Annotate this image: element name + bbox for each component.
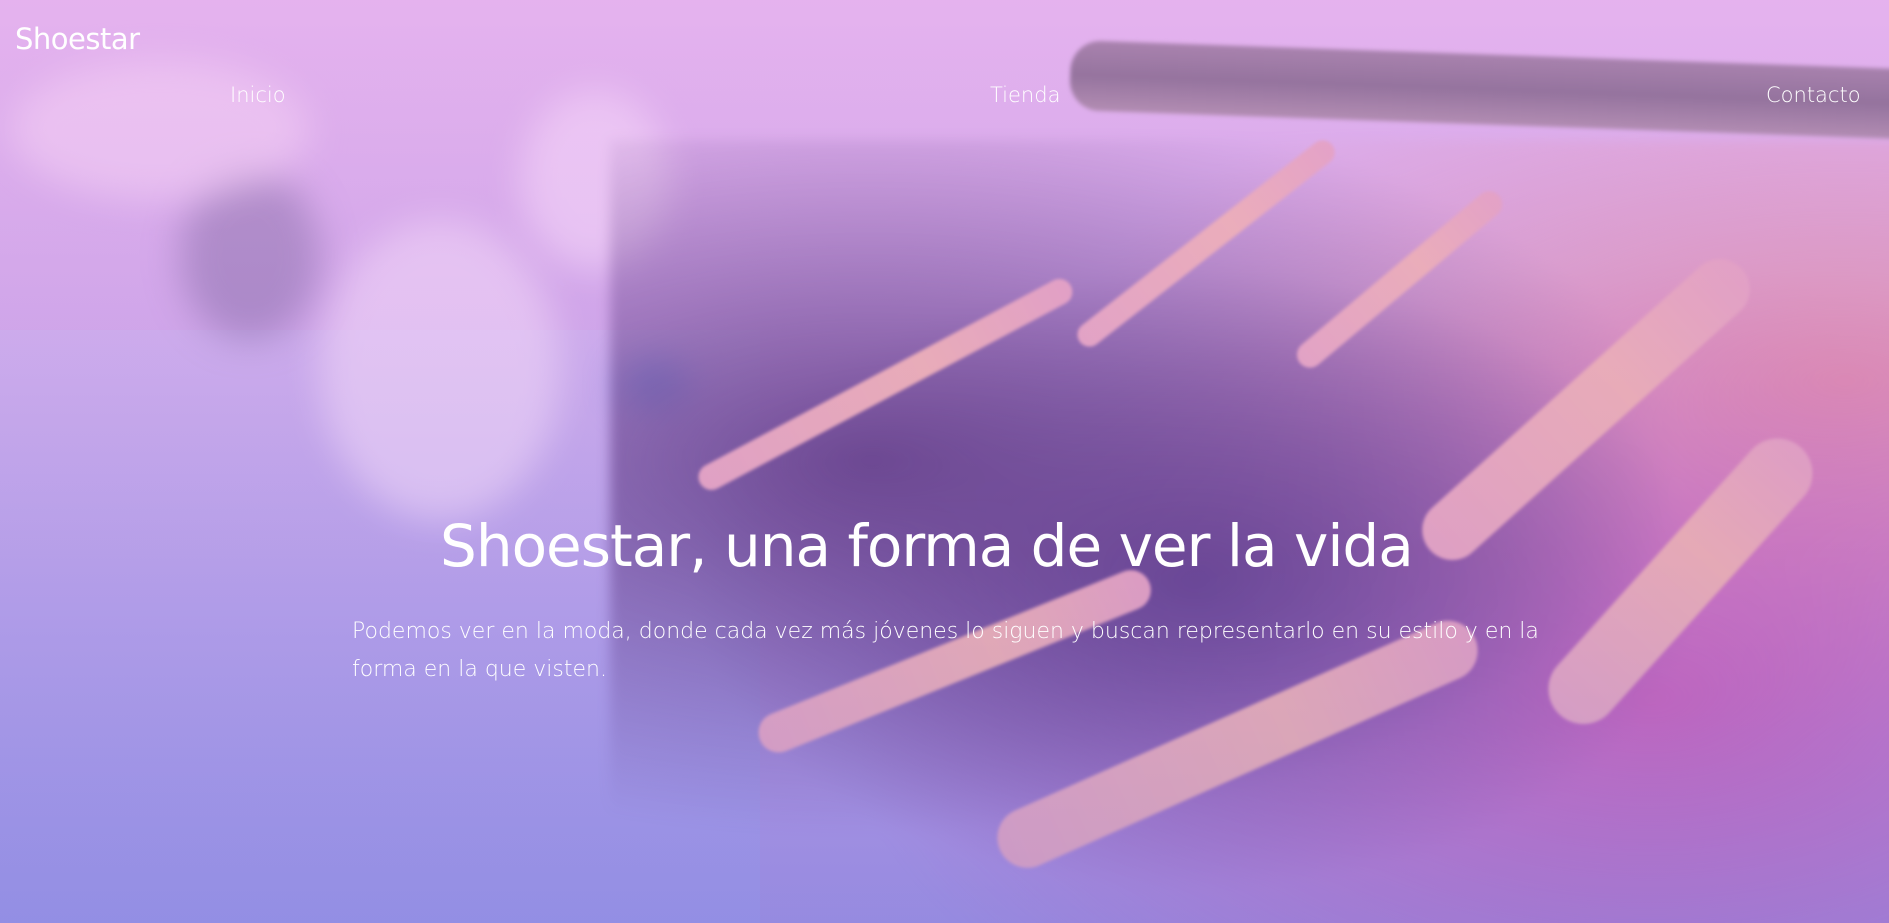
background-hanger	[693, 274, 1077, 495]
background-blur-shape	[10, 60, 310, 200]
hero-section: Shoestar Inicio Tienda Contacto Shoestar…	[0, 0, 1889, 923]
background-hanger	[1072, 135, 1340, 352]
background-hanger	[1533, 424, 1827, 739]
hero-title: Shoestar, una forma de ver la vida	[440, 512, 1414, 580]
nav-link-tienda[interactable]: Tienda	[990, 83, 1060, 107]
hero-description: Podemos ver en la moda, donde cada vez m…	[352, 619, 1539, 682]
nav-link-inicio[interactable]: Inicio	[230, 83, 286, 107]
color-overlay	[0, 0, 1889, 923]
nav-link-contacto[interactable]: Contacto	[1766, 83, 1861, 107]
background-blur-shape	[180, 170, 320, 340]
background-blur-figure	[320, 220, 560, 520]
background-hanger	[1291, 185, 1508, 373]
background-blur-shape	[620, 360, 690, 410]
brand-logo[interactable]: Shoestar	[15, 22, 140, 56]
background-blur-figure	[520, 90, 670, 270]
background-hanger	[1409, 246, 1763, 573]
